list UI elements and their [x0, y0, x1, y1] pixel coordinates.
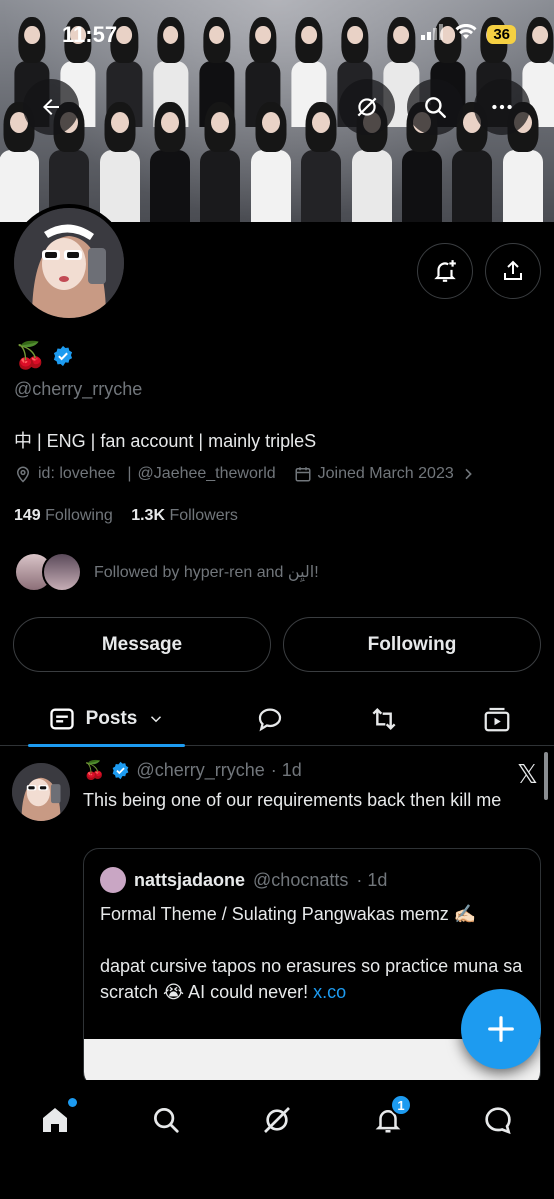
back-arrow-icon [43, 99, 59, 115]
profile-name: 🍒 [14, 340, 74, 371]
profile-location: id: lovehee [38, 465, 116, 482]
status-time: 11:57 [62, 22, 118, 47]
post-author-name[interactable]: 🍒 [83, 760, 105, 781]
display-name: 🍒 [14, 340, 47, 370]
followers-link[interactable]: 1.3K Followers [131, 507, 238, 524]
profile-website[interactable]: @Jaehee_theworld [138, 465, 276, 483]
profile-handle: @cherry_rryche [14, 379, 143, 399]
profile-avatar[interactable] [10, 204, 128, 322]
nav-notifications[interactable]: 1 [368, 1094, 412, 1140]
nav-home[interactable] [35, 1098, 77, 1140]
followers-label: Followers [169, 507, 238, 524]
followed-by-text: Followed by hyper-ren and اليِن! [94, 564, 319, 581]
scrollbar[interactable] [544, 752, 548, 800]
banner-figure [145, 102, 195, 222]
follower-avatar [42, 552, 82, 592]
plus-icon [488, 1016, 514, 1042]
home-icon [43, 1108, 67, 1132]
nav-grok[interactable] [257, 1100, 297, 1140]
messages-icon [485, 1107, 511, 1135]
quoted-post-time: · 1d [356, 869, 388, 890]
signal-icon [421, 24, 445, 45]
banner-figure [95, 102, 145, 222]
notification-add-icon [434, 260, 456, 282]
following-button[interactable]: Following [283, 617, 541, 672]
post-header: 🍒 @cherry_rryche · 1d [83, 760, 302, 781]
banner-figure [246, 102, 296, 222]
chevron-down-icon [151, 716, 162, 723]
followers-count: 1.3K [131, 507, 165, 524]
tab-reposts[interactable] [354, 692, 414, 746]
post-time: · 1d [270, 760, 302, 780]
share-icon [504, 260, 522, 280]
more-icon [492, 104, 512, 110]
x-logo-icon: 𝕏 [517, 760, 538, 790]
banner-figure [296, 102, 346, 222]
search-icon [425, 97, 446, 118]
quoted-link[interactable]: x.co [313, 982, 346, 1002]
post-text: This being one of our requirements back … [83, 790, 502, 810]
profile-joined: Joined March 2023 [317, 465, 454, 482]
share-profile-button[interactable] [485, 243, 541, 299]
location-icon [16, 466, 30, 483]
tab-posts[interactable]: Posts [28, 692, 185, 747]
post-author-handle[interactable]: @cherry_rryche [136, 760, 264, 781]
posts-icon [49, 708, 74, 730]
following-count: 149 [14, 507, 41, 524]
profile-tabs: Posts [0, 692, 554, 747]
search-icon [154, 1108, 179, 1133]
tab-media[interactable] [467, 692, 527, 746]
follow-counts: 149 Following 1.3K Followers [14, 507, 238, 525]
search-button[interactable] [407, 79, 463, 135]
quoted-text-line2: dapat cursive tapos no erasures so pract… [100, 956, 523, 1002]
media-icon [484, 707, 510, 732]
banner-figure [195, 102, 245, 222]
status-bar: 11:57 36 [0, 0, 554, 62]
profile-bio: 中 | ENG | fan account | mainly tripleS [14, 431, 317, 451]
following-link[interactable]: 149 Following [14, 507, 113, 524]
verified-icon [113, 761, 129, 780]
profile-meta: id: lovehee | @Jaehee_theworld Joined Ma… [14, 465, 476, 483]
verified-icon [54, 345, 73, 366]
chevron-right-icon[interactable] [460, 466, 476, 482]
replies-icon [258, 708, 282, 732]
repost-icon [372, 707, 396, 731]
nav-messages[interactable] [478, 1100, 518, 1140]
back-button[interactable] [23, 79, 79, 135]
notifications-badge: 1 [390, 1094, 412, 1116]
battery-indicator: 36 [487, 25, 516, 44]
grok-button[interactable] [339, 79, 395, 135]
tab-posts-label: Posts [85, 708, 138, 729]
home-unread-dot [68, 1098, 77, 1107]
compose-button[interactable] [461, 989, 541, 1069]
grok-icon [357, 97, 377, 117]
nav-search[interactable] [146, 1100, 186, 1140]
followed-by[interactable]: Followed by hyper-ren and اليِن! [14, 552, 319, 592]
quoted-author-avatar [100, 867, 126, 893]
bottom-navigation: 1 [0, 1080, 554, 1199]
wifi-icon [455, 23, 477, 45]
post-author-avatar[interactable] [12, 763, 70, 821]
quoted-author-name: nattsjadaone [134, 869, 246, 890]
more-button[interactable] [474, 79, 530, 135]
calendar-icon [295, 467, 311, 482]
quoted-author-handle: @chocnatts [253, 869, 349, 890]
message-button[interactable]: Message [13, 617, 271, 672]
notifications-subscribe-button[interactable] [417, 243, 473, 299]
grok-icon [264, 1107, 290, 1133]
quoted-text-line1: Formal Theme / Sulating Pangwakas memz ✍… [100, 904, 477, 924]
following-label: Following [45, 507, 113, 524]
tab-replies[interactable] [240, 692, 300, 746]
